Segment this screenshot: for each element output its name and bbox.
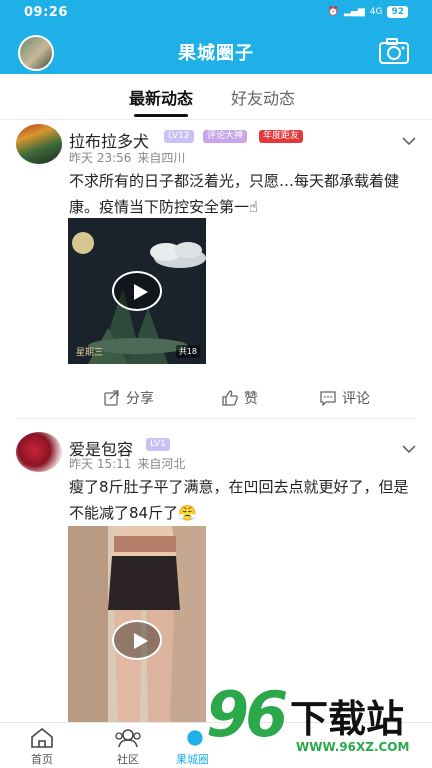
tab-latest[interactable]: 最新动态: [129, 85, 193, 109]
post-time: 昨天 23:56: [69, 151, 132, 165]
post-location: 来自四川: [137, 151, 186, 165]
watermark-text: 下载站: [290, 697, 405, 741]
nav-circle-label: 果城圈子: [176, 753, 208, 766]
watermark-logo: 96 下载站 WWW.96XZ.COM: [206, 678, 426, 768]
level-badge: LV1: [146, 438, 170, 451]
post-meta: 昨天 15:11 来自河北: [69, 455, 185, 472]
post-text: 不求所有的日子都泛着光，只愿…每天都承载着健康。疫情当下防控安全第一☝: [69, 172, 400, 216]
chevron-down-icon[interactable]: [402, 444, 416, 454]
circle-icon: [187, 730, 203, 746]
post-actions: 分享 赞 评论: [0, 376, 432, 420]
nav-community-label: 社区: [117, 753, 139, 766]
video-thumbnail[interactable]: [68, 526, 206, 722]
nav-home-label: 首页: [31, 753, 53, 766]
divider: [16, 418, 416, 419]
post-location: 来自河北: [137, 457, 186, 471]
tab-friends[interactable]: 好友动态: [231, 85, 295, 109]
home-icon: [31, 727, 53, 748]
community-icon: [115, 729, 141, 748]
play-button[interactable]: [112, 619, 162, 660]
status-bar: 09:26 ⏰ ▂▄▆ 4G 92: [0, 0, 432, 28]
avatar[interactable]: [16, 432, 62, 472]
video-counter: 共18: [175, 345, 200, 358]
alarm-icon: ⏰: [327, 7, 339, 17]
camera-icon[interactable]: [378, 37, 410, 65]
watermark-url: WWW.96XZ.COM: [296, 740, 410, 754]
nav-home[interactable]: 首页: [12, 727, 72, 767]
tab-indicator: [134, 114, 188, 117]
comment-label: 评论: [342, 391, 370, 407]
avatar[interactable]: [16, 124, 62, 164]
post-text: 瘦了8斤肚子平了满意，在凹回去点就更好了，但是不能减了84斤了😤: [69, 478, 409, 522]
commenter-badge: 评论大神: [203, 130, 248, 143]
share-label: 分享: [126, 391, 154, 407]
level-badge: LV12: [164, 130, 194, 143]
comment-icon: [320, 391, 336, 406]
chevron-down-icon[interactable]: [402, 136, 416, 146]
watermark-brand: 96: [206, 678, 288, 751]
nav-community[interactable]: 社区: [98, 727, 158, 767]
comment-button[interactable]: 评论: [320, 388, 370, 408]
thumbs-up-icon: [222, 390, 238, 406]
share-button[interactable]: 分享: [104, 388, 154, 408]
nav-circle[interactable]: 果城圈子: [176, 727, 208, 767]
video-caption: 星期三: [76, 348, 104, 358]
battery-icon: 92: [387, 6, 408, 18]
status-icons: ⏰ ▂▄▆ 4G 92: [328, 6, 408, 18]
play-button[interactable]: [112, 271, 162, 311]
post-time: 昨天 15:11: [69, 457, 132, 471]
like-label: 赞: [244, 391, 258, 407]
feed-tabs: 最新动态 好友动态: [0, 74, 432, 120]
share-icon: [104, 390, 119, 406]
network-label: 4G: [369, 7, 383, 17]
like-button[interactable]: 赞: [222, 388, 258, 408]
signal-icon: ▂▄▆: [344, 7, 365, 17]
page-title: 果城圈子: [178, 43, 254, 64]
status-time: 09:26: [24, 5, 68, 20]
video-thumbnail[interactable]: 星期三 共18: [68, 218, 206, 364]
post-card[interactable]: 拉布拉多犬 LV12 评论大神 年度距友 昨天 23:56 来自四川 不求所有的日…: [0, 120, 432, 420]
year-friend-badge: 年度距友: [259, 130, 304, 143]
app-bar: 果城圈子: [0, 28, 432, 74]
post-meta: 昨天 23:56 来自四川: [69, 149, 185, 166]
